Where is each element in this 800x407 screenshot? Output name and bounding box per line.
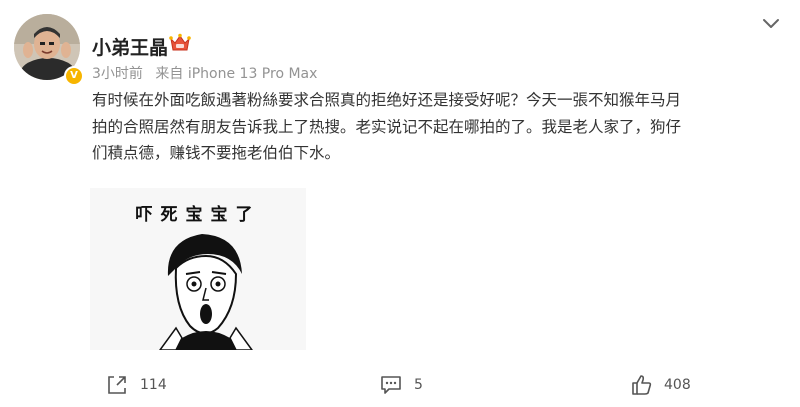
like-button[interactable]: 408: [630, 374, 691, 396]
like-count: 408: [664, 377, 691, 393]
comment-icon: [381, 376, 401, 394]
post-image[interactable]: 吓死宝宝了: [90, 188, 306, 350]
comment-count: 5: [414, 377, 423, 393]
avatar-container[interactable]: V: [14, 14, 84, 86]
action-bar: 114 5 408: [0, 368, 800, 404]
meme-face-illustration: [159, 234, 253, 350]
username[interactable]: 小弟王晶: [92, 33, 168, 60]
share-button[interactable]: 114: [106, 374, 167, 396]
share-icon: [108, 376, 126, 394]
post-time[interactable]: 3小时前: [92, 66, 143, 82]
verified-badge-icon: V: [64, 66, 84, 86]
post-content-line: 们積点德，赚钱不要拖老伯伯下水。: [92, 144, 341, 162]
post-source: 来自 iPhone 13 Pro Max: [155, 66, 318, 82]
comment-button[interactable]: 5: [380, 374, 423, 396]
post-meta: 3小时前 来自 iPhone 13 Pro Max: [92, 63, 325, 83]
crown-badge-icon[interactable]: [169, 33, 191, 53]
share-count: 114: [140, 377, 167, 393]
post-content-line: 有时候在外面吃飯遇著粉絲要求合照真的拒绝好还是接受好呢？今天一張不知猴年马月: [92, 91, 682, 109]
post-content-line: 拍的合照居然有朋友告诉我上了热搜。老实说记不起在哪拍的了。我是老人家了，狗仔: [92, 117, 682, 136]
chevron-down-icon[interactable]: [762, 16, 780, 30]
post-content: 有时候在外面吃飯遇著粉絲要求合照真的拒绝好还是接受好呢？今天一張不知猴年马月 拍…: [92, 87, 792, 167]
thumbs-up-icon: [632, 375, 652, 395]
